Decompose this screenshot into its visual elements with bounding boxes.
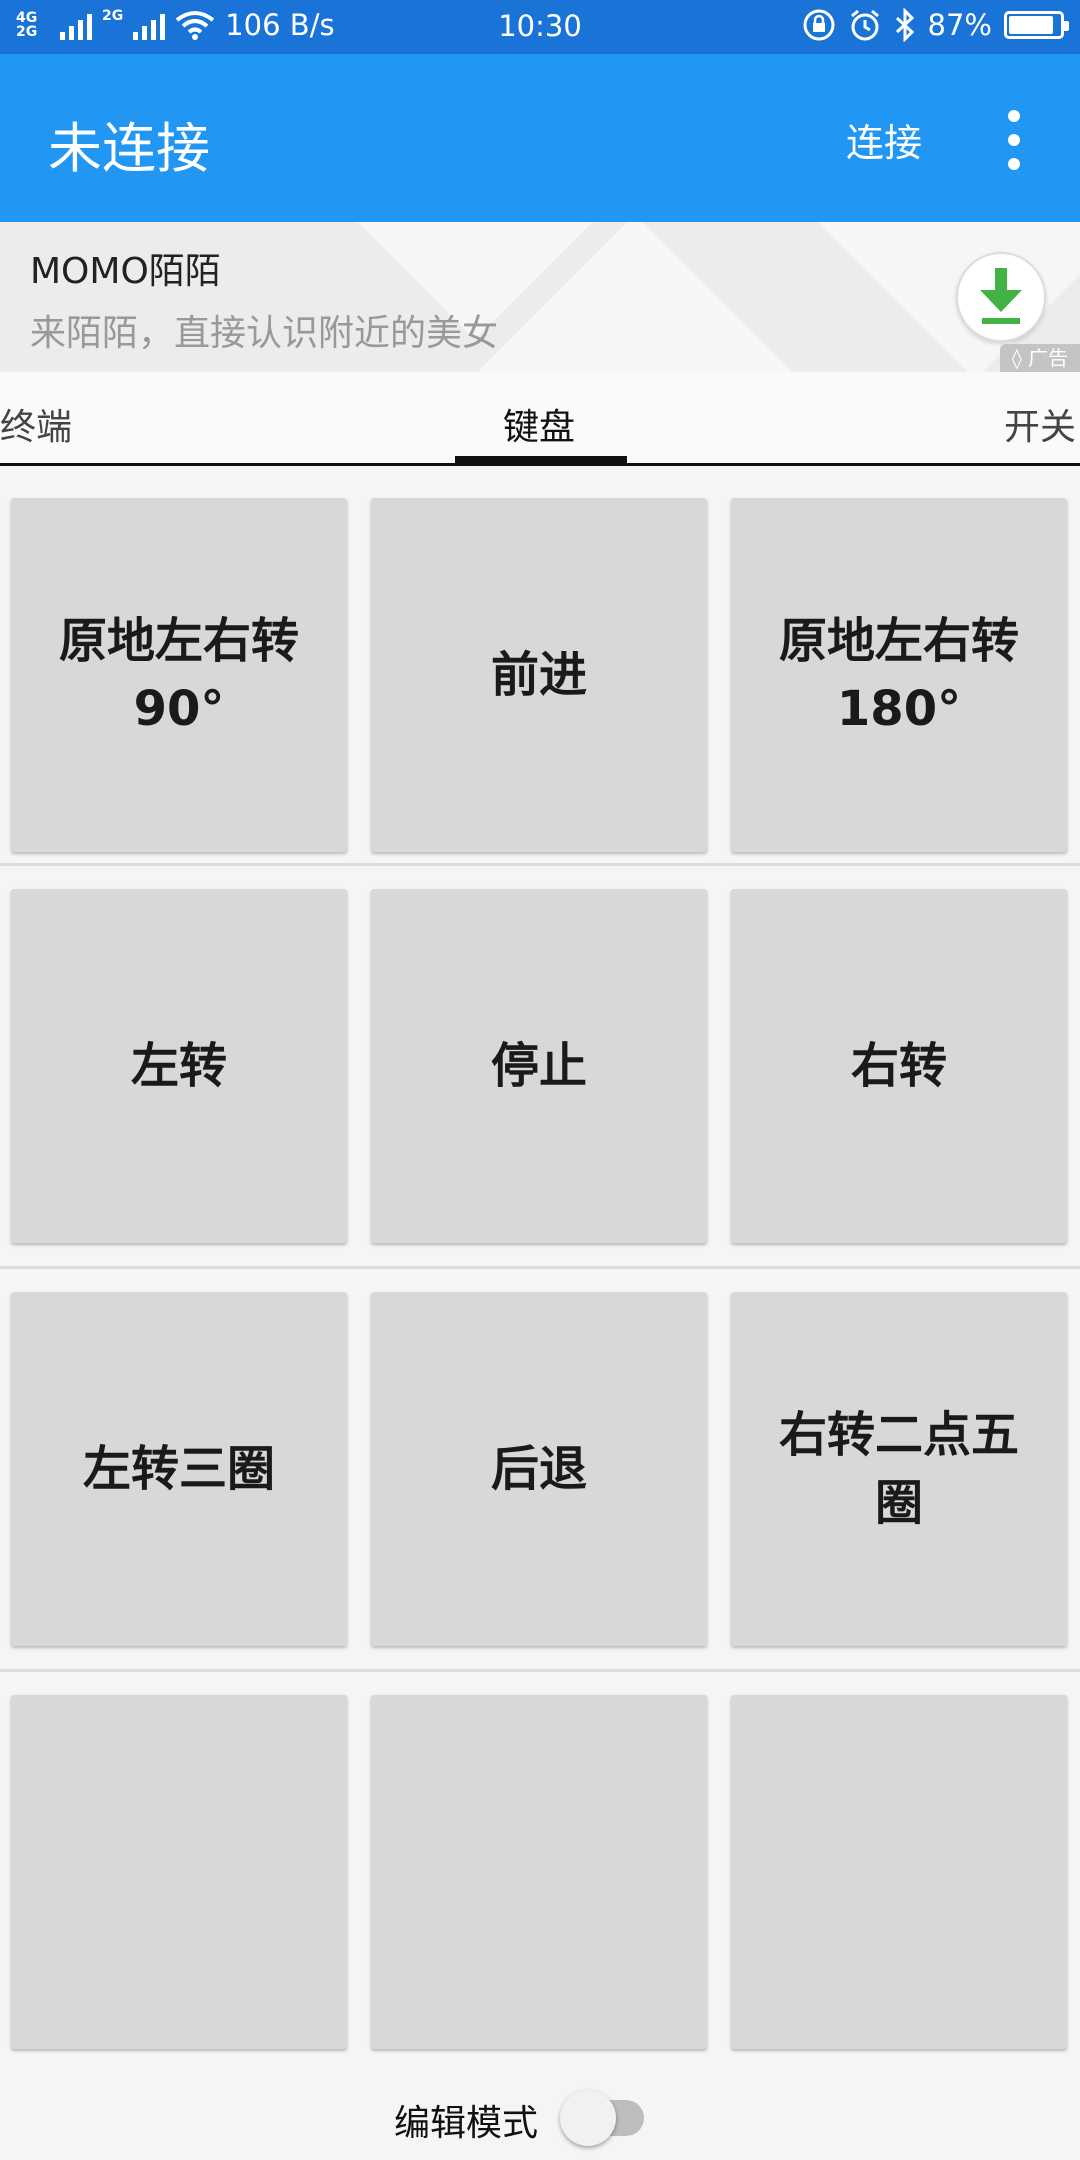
battery-fill — [1009, 16, 1053, 34]
alarm-icon — [850, 9, 879, 41]
row-divider — [0, 1669, 1080, 1672]
key-row: 左转 停止 右转 — [0, 869, 1080, 1269]
key-button[interactable]: 停止 — [371, 889, 707, 1243]
tab-switch[interactable]: 开关 — [1004, 398, 1076, 450]
edit-mode-toggle[interactable] — [560, 2090, 652, 2146]
status-right: 87% — [802, 8, 1069, 42]
status-bar: 4G 2G 2G 106 B/s 10:30 87% — [0, 0, 1080, 54]
rotation-lock-icon — [803, 9, 835, 41]
ad-banner[interactable]: MOMO陌陌 来陌陌，直接认识附近的美女 ◊ 广告 — [0, 222, 1080, 372]
battery-percent: 87% — [927, 8, 992, 42]
key-button[interactable] — [371, 1695, 707, 2049]
key-button[interactable]: 原地左右转 90° — [11, 498, 347, 852]
footer: 编辑模式 — [0, 2068, 1080, 2160]
key-button[interactable]: 左转三圈 — [11, 1292, 347, 1646]
row-divider — [0, 1266, 1080, 1269]
key-button[interactable]: 前进 — [371, 498, 707, 852]
toggle-thumb — [560, 2090, 616, 2146]
key-button[interactable]: 原地左右转 180° — [731, 498, 1067, 852]
ad-badge-label: 广告 — [1028, 346, 1069, 370]
row-divider — [0, 863, 1080, 866]
download-arrow-icon — [980, 268, 1022, 324]
key-row: 左转三圈 后退 右转二点五 圈 — [0, 1272, 1080, 1672]
edit-mode-label: 编辑模式 — [394, 2103, 539, 2144]
key-row: 原地左右转 90° 前进 原地左右转 180° — [0, 466, 1080, 866]
battery-icon — [1004, 11, 1069, 39]
key-button[interactable] — [731, 1695, 1067, 2049]
connection-status-title: 未连接 — [48, 117, 210, 180]
tab-bar: 终端 键盘 开关 — [0, 372, 1080, 466]
app-bar: 未连接 连接 — [0, 54, 1080, 222]
connect-button[interactable]: 连接 — [846, 112, 922, 167]
key-button[interactable]: 左转 — [11, 889, 347, 1243]
key-button[interactable] — [11, 1695, 347, 2049]
bluetooth-icon — [895, 8, 914, 42]
ad-description: 来陌陌，直接认识附近的美女 — [30, 313, 499, 354]
key-button[interactable]: 右转二点五 圈 — [731, 1292, 1067, 1646]
more-vert-icon[interactable] — [996, 110, 1032, 170]
key-row — [0, 1675, 1080, 2075]
tab-keyboard[interactable]: 键盘 — [503, 398, 575, 450]
download-icon[interactable] — [956, 252, 1046, 342]
tab-terminal[interactable]: 终端 — [0, 398, 72, 450]
tab-indicator — [455, 456, 627, 464]
key-button[interactable]: 右转 — [731, 889, 1067, 1243]
ad-title: MOMO陌陌 — [30, 251, 221, 292]
key-button[interactable]: 后退 — [371, 1292, 707, 1646]
ad-badge: ◊ 广告 — [1000, 344, 1080, 372]
